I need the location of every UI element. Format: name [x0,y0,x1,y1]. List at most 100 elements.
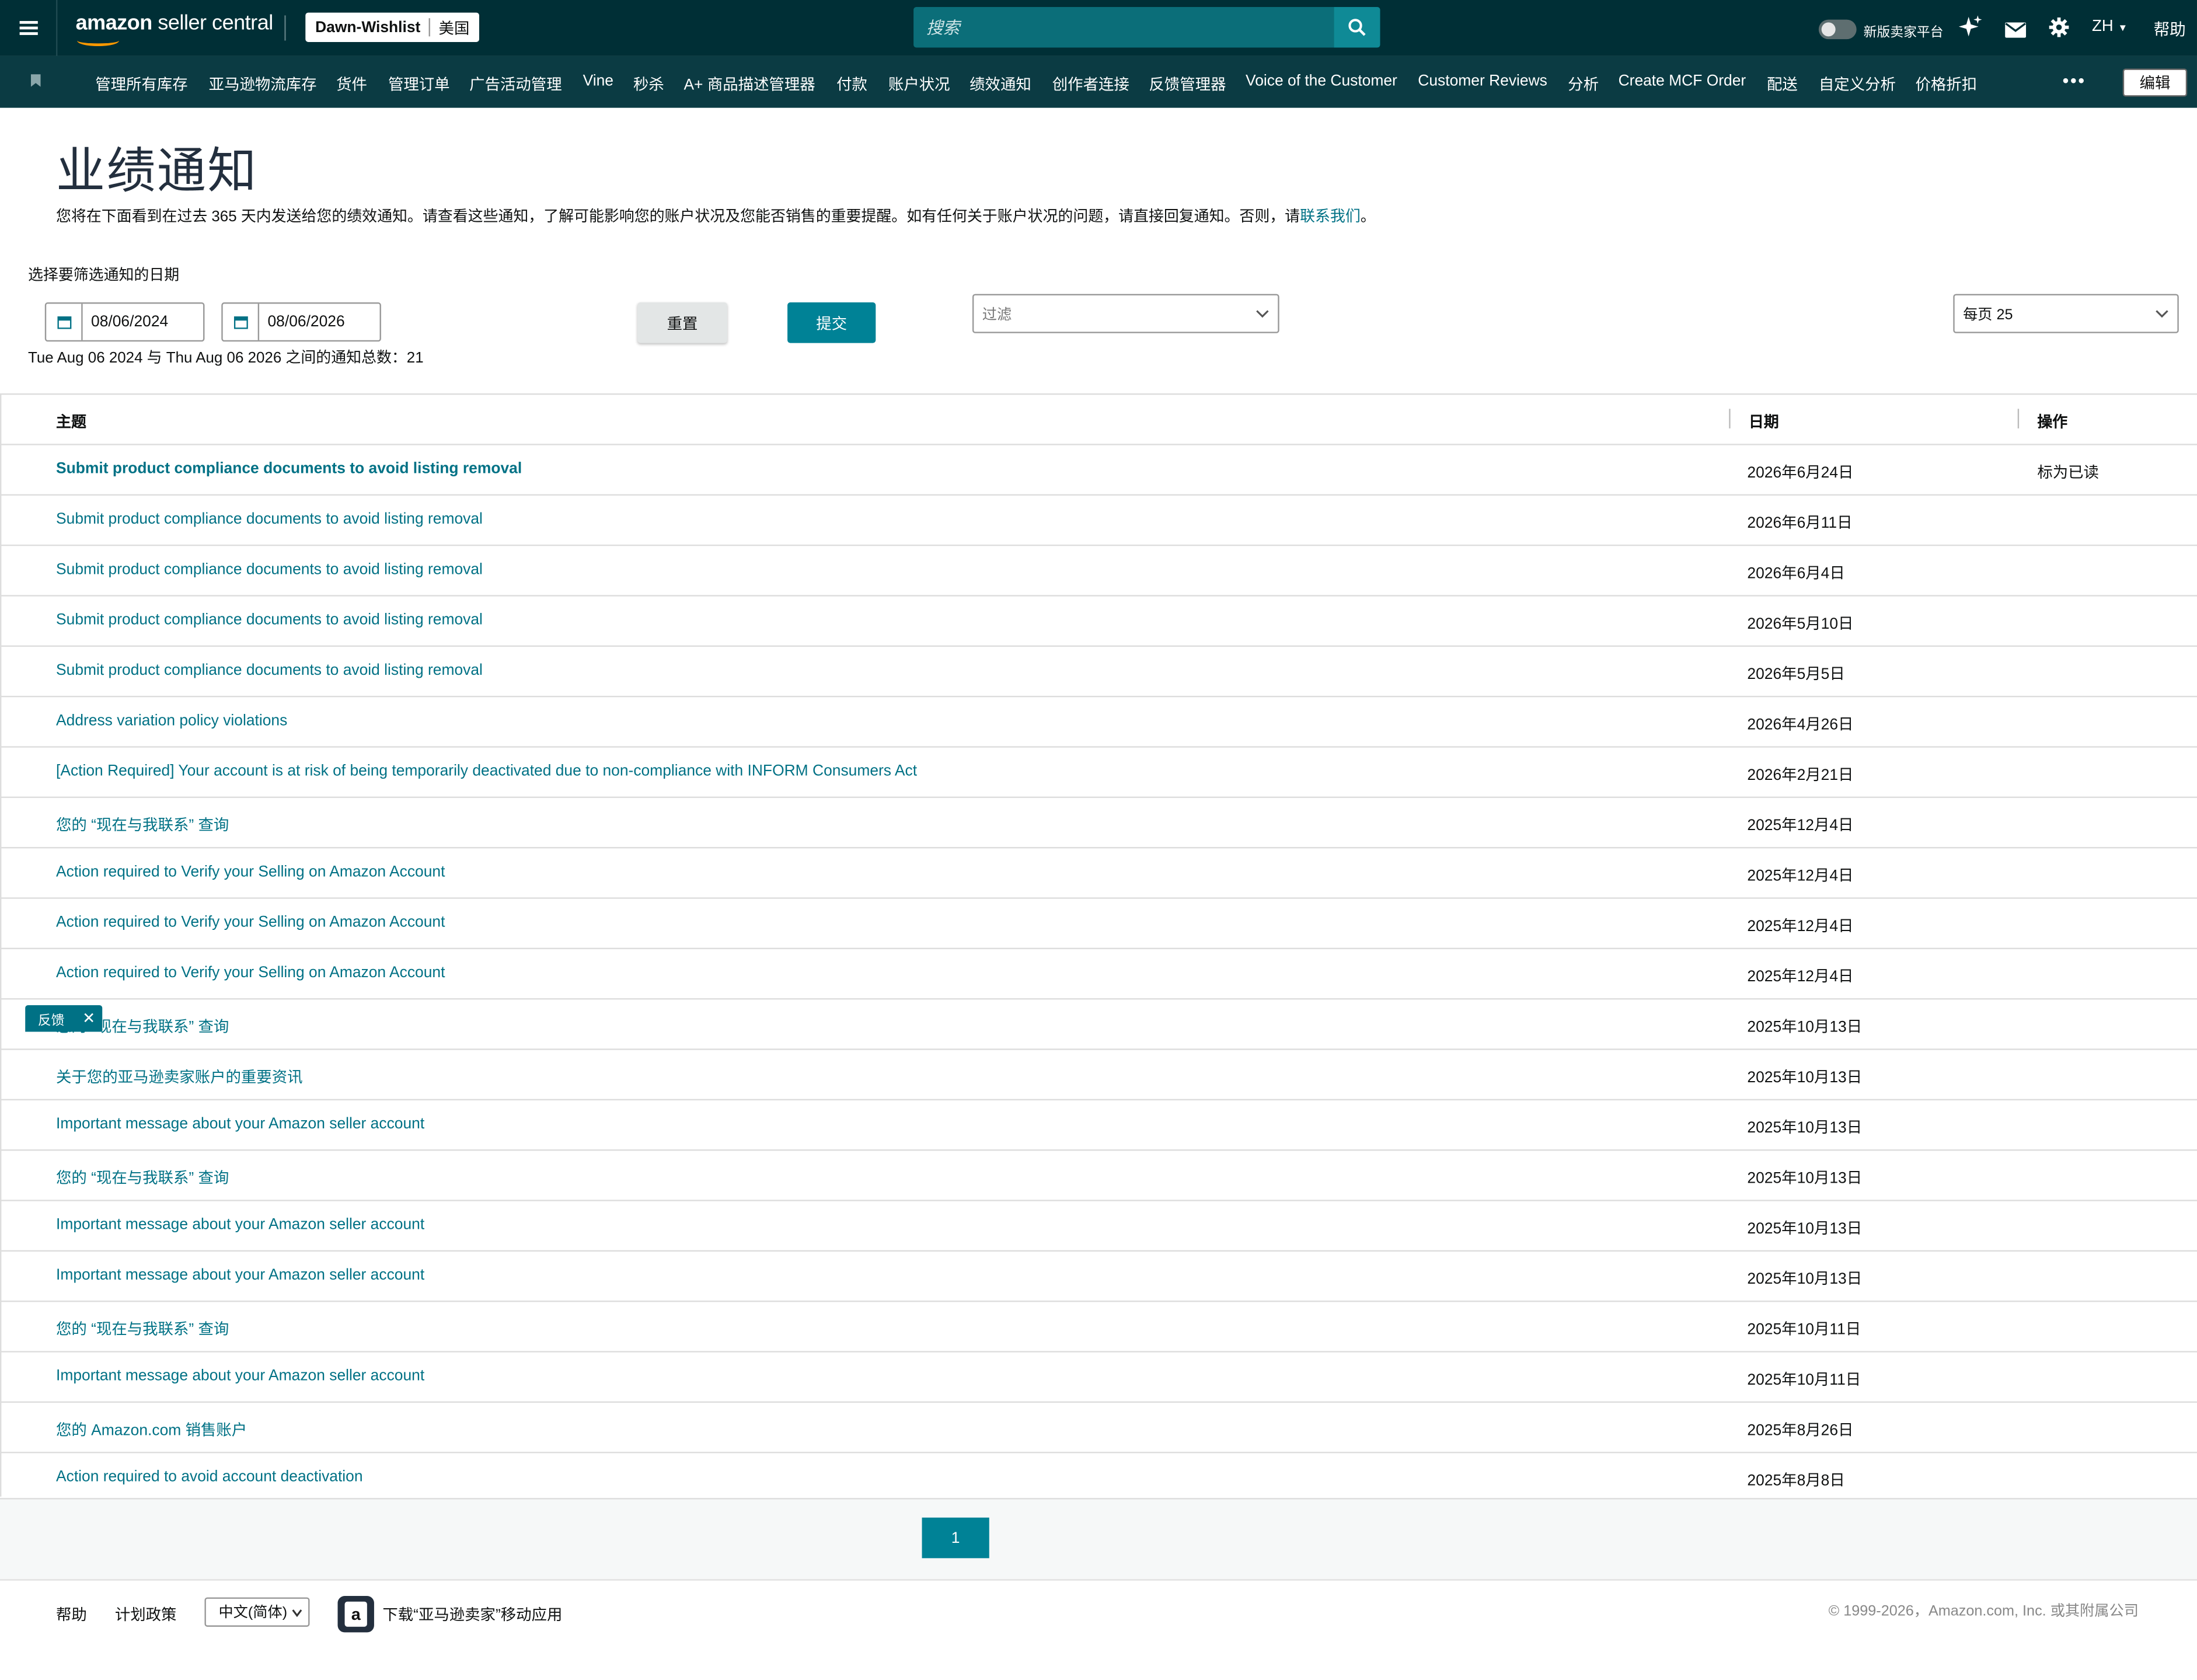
search-button[interactable] [1334,6,1380,48]
notification-subject-link[interactable]: 您的 “现在与我联系” 查询 [56,813,229,835]
notification-subject-link[interactable]: [Action Required] Your account is at ris… [56,763,917,780]
notification-date: 2025年10月13日 [1747,1221,1863,1238]
end-date-input[interactable] [259,312,380,332]
notification-subject-link[interactable]: Action required to Verify your Selling o… [56,864,445,881]
date-filter-label: 选择要筛选通知的日期 [28,267,180,284]
bookmark-icon[interactable] [30,74,41,87]
gear-icon[interactable] [2049,17,2070,45]
notification-subject-link[interactable]: Submit product compliance documents to a… [56,461,522,477]
nav-item-creator-connections[interactable]: 创作者连接 [1052,73,1129,95]
amazon-app-icon[interactable]: a [337,1596,374,1633]
store-switcher[interactable]: Dawn-Wishlist 美国 [305,12,480,42]
per-page-select[interactable]: 每页 25 [1953,294,2179,333]
notification-subject-link[interactable]: Action required to Verify your Selling o… [56,964,445,981]
close-icon[interactable]: ✕ [82,1009,95,1028]
notification-subject-link[interactable]: Action required to Verify your Selling o… [56,914,445,931]
table-row: 您的 “现在与我联系” 查询 2025年10月13日 [0,1151,2197,1201]
notification-subject-link[interactable]: Submit product compliance documents to a… [56,612,483,629]
nav-item-fba-inventory[interactable]: 亚马逊物流库存 [209,73,317,95]
notification-subject-link[interactable]: Action required to avoid account deactiv… [56,1469,363,1486]
footer-help-link[interactable]: 帮助 [56,1603,87,1625]
table-row: [Action Required] Your account is at ris… [0,748,2197,799]
notification-date: 2025年10月11日 [1747,1321,1861,1339]
seller-central-logo[interactable]: amazon seller central [76,11,273,47]
notification-subject-link[interactable]: Address variation policy violations [56,713,287,730]
table-row: Action required to Verify your Selling o… [0,949,2197,1000]
nav-item-a-plus-manager[interactable]: A+ 商品描述管理器 [683,73,815,95]
new-platform-toggle[interactable] [1818,19,1857,40]
notification-subject-link[interactable]: Important message about your Amazon sell… [56,1368,424,1385]
notification-subject-link[interactable]: 关于您的亚马逊卖家账户的重要资讯 [56,1065,302,1088]
notification-subject-link[interactable]: 您的 Amazon.com 销售账户 [56,1418,247,1440]
submit-button[interactable]: 提交 [787,302,876,343]
table-row: Action required to Verify your Selling o… [0,848,2197,899]
feedback-tab[interactable]: 反馈 ✕ [25,1005,103,1032]
nav-item-custom-analytics[interactable]: 自定义分析 [1819,73,1896,95]
nav-item-deals[interactable]: 秒杀 [633,73,664,95]
nav-item-shipments[interactable]: 货件 [336,73,367,95]
footer: 帮助 计划政策 中文(简体) a 下载“亚马逊卖家”移动应用 © 1999-20… [0,1579,2197,1680]
nav-item-manage-inventory[interactable]: 管理所有库存 [95,73,187,95]
end-date-picker[interactable] [221,302,381,342]
page-button-1[interactable]: 1 [922,1517,989,1559]
table-header: 主题 日期 操作 [0,395,2197,445]
filter-select[interactable]: 过滤 [972,294,1279,333]
sparkle-icon[interactable] [1958,15,1983,46]
search-input[interactable] [913,6,1334,48]
notification-subject-link[interactable]: Submit product compliance documents to a… [56,511,483,528]
notification-subject-link[interactable]: 您的 “现在与我联系” 查询 [56,1166,229,1188]
nav-item-price-discounts[interactable]: 价格折扣 [1915,73,1977,95]
column-header-date: 日期 [1748,414,1779,431]
notification-subject-link[interactable]: Important message about your Amazon sell… [56,1217,424,1233]
mark-as-read-button[interactable]: 标为已读 [2037,461,2099,483]
nav-item-analytics[interactable]: 分析 [1568,73,1599,95]
nav-item-account-health[interactable]: 账户状况 [888,73,950,95]
edit-nav-button[interactable]: 编辑 [2122,68,2188,97]
start-date-picker[interactable] [44,302,205,342]
app-download-link[interactable]: 下载“亚马逊卖家”移动应用 [382,1603,562,1625]
nav-item-performance-notifications[interactable]: 绩效通知 [970,73,1031,95]
table-row: 您的 “现在与我联系” 查询 2025年10月13日 [0,999,2197,1050]
chevron-down-icon [1256,310,1269,318]
menu-button[interactable] [0,0,58,56]
language-switcher[interactable]: ZH ▼ [2092,18,2128,35]
notifications-table: 主题 日期 操作 Submit product compliance docum… [0,393,2197,1504]
help-link[interactable]: 帮助 [2154,18,2186,40]
table-row: Action required to avoid account deactiv… [0,1453,2197,1504]
mail-icon[interactable] [2005,20,2027,45]
table-row: 您的 “现在与我联系” 查询 2025年10月11日 [0,1302,2197,1353]
table-row: Important message about your Amazon sell… [0,1353,2197,1403]
nav-item-payments[interactable]: 付款 [836,73,867,95]
more-menu-button[interactable]: ••• [2063,70,2086,91]
nav-item-campaign-manager[interactable]: 广告活动管理 [469,73,562,95]
nav-item-customer-reviews[interactable]: Customer Reviews [1418,73,1547,90]
table-row: Important message about your Amazon sell… [0,1252,2197,1302]
divider [284,15,286,41]
notification-subject-link[interactable]: 您的 “现在与我联系” 查询 [56,1317,229,1340]
top-bar: amazon seller central Dawn-Wishlist 美国 新… [0,0,2197,56]
store-region: 美国 [438,20,470,37]
page-title: 业绩通知 [56,144,258,199]
notification-subject-link[interactable]: Important message about your Amazon sell… [56,1116,424,1132]
nav-item-voice-of-customer[interactable]: Voice of the Customer [1246,73,1397,90]
notification-date: 2026年5月10日 [1747,616,1854,633]
notification-subject-link[interactable]: Submit product compliance documents to a… [56,662,483,679]
nav-item-shipping[interactable]: 配送 [1767,73,1798,95]
search-icon [1348,19,1366,36]
calendar-icon[interactable] [46,304,83,340]
nav-item-feedback-manager[interactable]: 反馈管理器 [1149,73,1226,95]
notification-date: 2026年6月11日 [1747,515,1853,532]
start-date-input[interactable] [82,312,204,332]
notification-subject-link[interactable]: Submit product compliance documents to a… [56,562,483,578]
footer-policies-link[interactable]: 计划政策 [115,1603,177,1625]
nav-item-vine[interactable]: Vine [583,73,613,90]
nav-item-create-mcf-order[interactable]: Create MCF Order [1619,73,1746,90]
reset-button[interactable]: 重置 [637,302,727,343]
nav-item-manage-orders[interactable]: 管理订单 [388,73,450,95]
contact-us-link[interactable]: 联系我们 [1300,208,1361,225]
table-row: Action required to Verify your Selling o… [0,899,2197,950]
notification-subject-link[interactable]: Important message about your Amazon sell… [56,1267,424,1284]
notification-date: 2025年8月26日 [1747,1422,1854,1439]
footer-language-select[interactable]: 中文(简体) [204,1597,310,1627]
calendar-icon[interactable] [223,304,260,340]
